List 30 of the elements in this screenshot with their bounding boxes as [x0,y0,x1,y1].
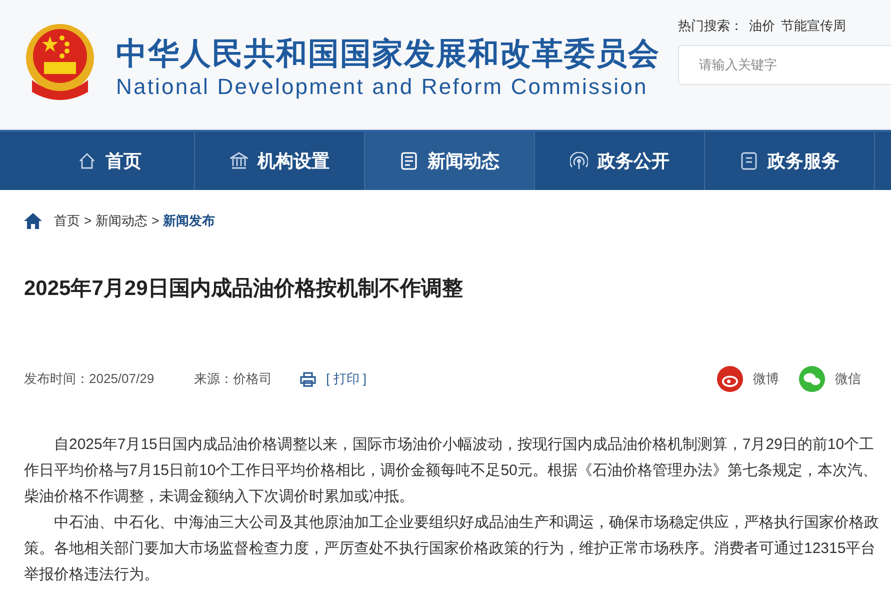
home-icon [78,152,96,170]
hot-search-label: 热门搜索： [678,17,743,35]
hot-search-link[interactable]: 节能宣传周 [781,16,846,36]
source-text: 来源：价格司 [194,370,272,388]
printer-icon[interactable] [300,372,316,386]
nav-tab[interactable]: 首页 [25,132,195,190]
body-paragraph: 中石油、中石化、中海油三大公司及其他原油加工企业要组织好成品油生产和调运，确保市场稳定供应，严格执行国家价格政策。各地相关部门要加大市场监督检查力度，严厉查处不执行国家价格政策的行为，维护正常市场秩序。消费者可通过12315平台举报价格违法行为。 [24,513,880,585]
print-link[interactable]: [ 打印 ] [326,369,367,389]
hot-search-link[interactable]: 油价 [749,16,775,36]
nav-tab[interactable]: 政务服务 [705,132,875,190]
article-title: 2025年7月29日国内成品油价格按机制不作调整 [23,276,464,302]
newspaper-icon [400,152,418,170]
publish-date: 发布时间：2025/07/29 [24,370,154,388]
body-paragraph: 自2025年7月15日国内成品油价格调整以来，国际市场油价小幅波动，按现行国内成品油价格机制测算，7月29日的前10个工作日平均价格与7月15日前10个工作日平均价格相比，调价金额每吨不足50元。根据《石油价格管理办法》第七条规定，本次汽、柴油价格不作调整，未调金额纳入下次调价时累加或冲抵。 [24,435,878,507]
breadcrumb-separator: > [84,212,92,230]
site-subtitle: National Development and Reform Commission [116,74,649,100]
nav-tab[interactable]: 政务公开 [535,132,705,190]
breadcrumb-link[interactable]: 首页 [54,211,80,230]
share-link[interactable]: 微博 [717,366,779,392]
document-icon [740,152,758,170]
breadcrumb-link[interactable]: 新闻动态 [96,211,148,230]
site-title: 中华人民共和国国家发展和改革委员会 [116,35,660,73]
breadcrumb-separator: > [152,212,160,230]
building-icon [230,152,248,170]
search-field[interactable]: 请输入关键字 [678,44,891,84]
share-link[interactable]: 微信 [799,366,861,392]
home-icon[interactable] [24,212,42,229]
nav-tab[interactable]: 新闻动态 [365,132,535,190]
signal-icon [570,152,588,170]
breadcrumb-link[interactable]: 新闻发布 [163,211,216,230]
